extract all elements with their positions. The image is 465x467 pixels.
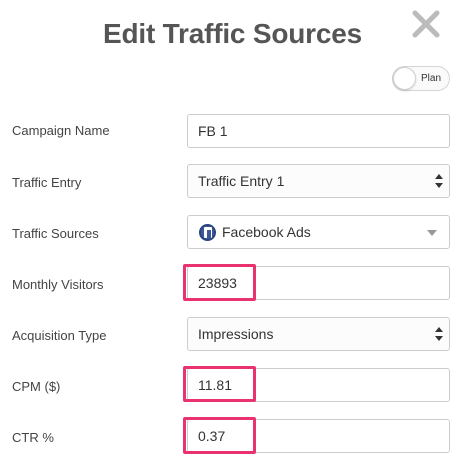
- plan-toggle-label: Plan: [421, 73, 442, 84]
- traffic-entry-value: Traffic Entry 1: [198, 173, 285, 189]
- cpm-row: CPM ($) 11.81: [0, 368, 465, 408]
- select-arrows-icon: [435, 174, 443, 188]
- ctr-row: CTR % 0.37: [0, 419, 465, 459]
- campaign-name-input[interactable]: FB 1: [187, 114, 450, 148]
- monthly-visitors-input[interactable]: 23893: [187, 266, 450, 300]
- cpm-label: CPM ($): [12, 379, 61, 394]
- monthly-visitors-label: Monthly Visitors: [12, 277, 104, 292]
- campaign-name-label: Campaign Name: [12, 123, 110, 138]
- ctr-input[interactable]: 0.37: [187, 419, 450, 453]
- ctr-value: 0.37: [198, 428, 226, 444]
- ctr-label: CTR %: [12, 430, 54, 445]
- traffic-sources-value: Facebook Ads: [222, 224, 311, 240]
- facebook-icon: [199, 224, 216, 241]
- traffic-sources-label: Traffic Sources: [12, 226, 99, 241]
- chevron-down-icon: [427, 230, 437, 236]
- plan-toggle[interactable]: Plan: [392, 66, 450, 91]
- cpm-value: 11.81: [198, 377, 232, 393]
- campaign-name-value: FB 1: [198, 123, 228, 139]
- acquisition-type-value: Impressions: [198, 326, 274, 342]
- select-arrows-icon: [435, 327, 443, 341]
- traffic-entry-row: Traffic Entry Traffic Entry 1: [0, 164, 465, 204]
- modal-title: Edit Traffic Sources: [103, 18, 362, 49]
- acquisition-type-row: Acquisition Type Impressions: [0, 317, 465, 357]
- acquisition-type-select[interactable]: Impressions: [187, 317, 450, 351]
- campaign-name-row: Campaign Name FB 1: [0, 114, 465, 154]
- close-button[interactable]: [410, 8, 442, 40]
- acquisition-type-label: Acquisition Type: [12, 328, 107, 343]
- traffic-entry-label: Traffic Entry: [12, 175, 82, 190]
- edit-traffic-sources-modal: Edit Traffic Sources Plan Campaign Name …: [0, 0, 465, 467]
- close-icon: [412, 10, 440, 38]
- monthly-visitors-row: Monthly Visitors 23893: [0, 266, 465, 306]
- traffic-sources-dropdown[interactable]: Facebook Ads: [187, 215, 450, 249]
- cpm-input[interactable]: 11.81: [187, 368, 450, 402]
- traffic-entry-select[interactable]: Traffic Entry 1: [187, 164, 450, 198]
- monthly-visitors-value: 23893: [198, 275, 237, 291]
- toggle-knob: [393, 67, 416, 90]
- traffic-sources-row: Traffic Sources Facebook Ads: [0, 215, 465, 255]
